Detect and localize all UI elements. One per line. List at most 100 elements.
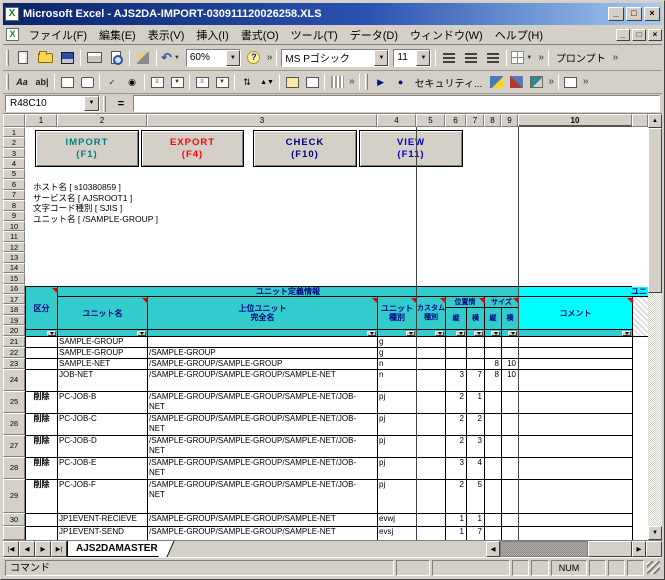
row-header-10[interactable]: 10 bbox=[3, 220, 25, 232]
cell-r24c1[interactable] bbox=[26, 370, 58, 392]
combo-box-button[interactable]: ▼ bbox=[168, 73, 186, 91]
cell-r24c10[interactable] bbox=[519, 370, 633, 392]
cell-r25c2[interactable]: PC-JOB-B bbox=[58, 392, 148, 414]
column-header-position-h[interactable]: 横 bbox=[467, 308, 485, 330]
cell-r23c1[interactable] bbox=[26, 359, 58, 370]
cell-r22c2[interactable]: SAMPLE-GROUP bbox=[58, 348, 148, 359]
cell-r28c10[interactable] bbox=[519, 458, 633, 480]
autofilter-dropdown-icon[interactable] bbox=[622, 330, 631, 336]
vb-editor-button[interactable] bbox=[487, 73, 505, 91]
cell-r21c3[interactable] bbox=[148, 337, 378, 348]
cell-r29c8[interactable] bbox=[485, 480, 502, 514]
exit-design-button[interactable] bbox=[562, 73, 580, 91]
workbook-icon[interactable]: X bbox=[6, 28, 19, 41]
record-macro-button[interactable]: ● bbox=[392, 73, 410, 91]
cell-r22c6[interactable] bbox=[446, 348, 467, 359]
col-header-8[interactable]: 8 bbox=[484, 114, 501, 127]
autofilter-dropdown-icon[interactable] bbox=[491, 330, 500, 336]
cell-r31c1[interactable] bbox=[26, 527, 58, 540]
cell-r22c5[interactable] bbox=[417, 348, 446, 359]
font-dropdown-icon[interactable]: ▼ bbox=[374, 49, 389, 66]
cell-r28c5[interactable] bbox=[417, 458, 446, 480]
edit-formula-button[interactable]: = bbox=[112, 96, 130, 112]
cell-r31c10[interactable] bbox=[519, 527, 633, 540]
list-edit-button[interactable]: ≡ bbox=[193, 73, 211, 91]
cell-r30c7[interactable]: 1 bbox=[467, 514, 485, 527]
cell-r30c1[interactable] bbox=[26, 514, 58, 527]
row-header-3[interactable]: 3 bbox=[3, 147, 25, 159]
forms-overflow-chevron[interactable]: » bbox=[347, 77, 357, 87]
cell-r24c7[interactable]: 7 bbox=[467, 370, 485, 392]
row-header-22[interactable]: 22 bbox=[3, 346, 25, 358]
row-header-16[interactable]: 16 bbox=[3, 283, 25, 294]
autofilter-dropdown-icon[interactable] bbox=[456, 330, 465, 336]
menu-item-3[interactable]: 挿入(I) bbox=[190, 25, 234, 45]
font-combobox[interactable]: MS Pゴシック ▼ bbox=[281, 48, 390, 67]
autofilter-dropdown-icon[interactable] bbox=[406, 330, 415, 336]
vertical-scrollbar[interactable]: ▲ ▼ bbox=[648, 114, 662, 540]
cell-r21c8[interactable] bbox=[485, 337, 502, 348]
cell-r30c2[interactable]: JP1EVENT-RECIEVE bbox=[58, 514, 148, 527]
scrollbar-control-button[interactable]: ▲ ▼ bbox=[258, 73, 276, 91]
print-preview-button[interactable] bbox=[106, 48, 126, 68]
cell-r29c6[interactable]: 2 bbox=[446, 480, 467, 514]
previous-sheet-button[interactable]: ◀ bbox=[19, 541, 35, 557]
action-button-export[interactable]: EXPORT (F4) bbox=[141, 130, 244, 167]
menu-item-4[interactable]: 書式(O) bbox=[235, 25, 285, 45]
security-button[interactable]: セキュリティ... bbox=[411, 74, 487, 91]
cell-r30c10[interactable] bbox=[519, 514, 633, 527]
zoom-combobox[interactable]: 60% ▼ bbox=[185, 48, 241, 67]
cell-r28c7[interactable]: 4 bbox=[467, 458, 485, 480]
cell-r28c4[interactable]: pj bbox=[378, 458, 417, 480]
cell-r29c9[interactable] bbox=[502, 480, 519, 514]
action-button-check[interactable]: CHECK (F10) bbox=[253, 130, 357, 167]
autofilter-dropdown-icon[interactable] bbox=[474, 330, 483, 336]
borders-button[interactable]: ▼ bbox=[510, 48, 535, 68]
cell-r25c8[interactable] bbox=[485, 392, 502, 414]
doc-minimize-button[interactable]: _ bbox=[616, 28, 630, 41]
row-header-11[interactable]: 11 bbox=[3, 231, 25, 242]
menu-item-0[interactable]: ファイル(F) bbox=[23, 25, 93, 45]
checkbox-control-button[interactable]: ✓ bbox=[103, 73, 121, 91]
cell-r25c6[interactable]: 2 bbox=[446, 392, 467, 414]
cell-r26c8[interactable] bbox=[485, 414, 502, 436]
cell-r22c7[interactable] bbox=[467, 348, 485, 359]
cell-r29c1[interactable]: 削除 bbox=[26, 480, 58, 514]
cell-r31c6[interactable]: 1 bbox=[446, 527, 467, 540]
menu-item-7[interactable]: ウィンドウ(W) bbox=[404, 25, 489, 45]
font-size-dropdown-icon[interactable]: ▼ bbox=[416, 49, 431, 66]
formula-input[interactable] bbox=[133, 95, 660, 112]
cell-r23c5[interactable] bbox=[417, 359, 446, 370]
cell-r30c6[interactable]: 1 bbox=[446, 514, 467, 527]
new-document-button[interactable] bbox=[13, 48, 33, 68]
cell-r26c3[interactable]: /SAMPLE-GROUP/SAMPLE-GROUP/SAMPLE-NET/JO… bbox=[148, 414, 378, 436]
cell-r22c3[interactable]: /SAMPLE-GROUP bbox=[148, 348, 378, 359]
row-header-27[interactable]: 27 bbox=[3, 434, 25, 457]
cell-r27c3[interactable]: /SAMPLE-GROUP/SAMPLE-GROUP/SAMPLE-NET/JO… bbox=[148, 436, 378, 458]
col-header-10[interactable]: 10 bbox=[518, 114, 632, 127]
cell-r22c9[interactable] bbox=[502, 348, 519, 359]
cell-r28c6[interactable]: 3 bbox=[446, 458, 467, 480]
prompt-toolbar-button[interactable]: プロンプト bbox=[551, 49, 611, 66]
cell-r30c4[interactable]: evwj bbox=[378, 514, 417, 527]
row-header-20[interactable]: 20 bbox=[3, 325, 25, 336]
row-header-15[interactable]: 15 bbox=[3, 273, 25, 284]
select-all-corner[interactable] bbox=[3, 114, 25, 127]
column-header-comment[interactable]: コメント bbox=[519, 297, 633, 330]
scroll-right-button[interactable]: ▶ bbox=[632, 541, 646, 557]
row-header-19[interactable]: 19 bbox=[3, 314, 25, 326]
row-header-r31[interactable] bbox=[3, 525, 25, 540]
cell-r29c5[interactable] bbox=[417, 480, 446, 514]
row-header-30[interactable]: 30 bbox=[3, 512, 25, 526]
cell-r26c9[interactable] bbox=[502, 414, 519, 436]
cell-r23c2[interactable]: SAMPLE-NET bbox=[58, 359, 148, 370]
cell-r28c9[interactable] bbox=[502, 458, 519, 480]
button-control-button[interactable] bbox=[78, 73, 96, 91]
cell-r27c2[interactable]: PC-JOB-D bbox=[58, 436, 148, 458]
horizontal-scrollbar[interactable]: ◀ ▶ bbox=[486, 541, 662, 557]
menu-item-8[interactable]: ヘルプ(H) bbox=[489, 25, 549, 45]
cell-r24c8[interactable]: 8 bbox=[485, 370, 502, 392]
cell-r29c4[interactable]: pj bbox=[378, 480, 417, 514]
cell-r23c7[interactable] bbox=[467, 359, 485, 370]
cell-r29c7[interactable]: 5 bbox=[467, 480, 485, 514]
